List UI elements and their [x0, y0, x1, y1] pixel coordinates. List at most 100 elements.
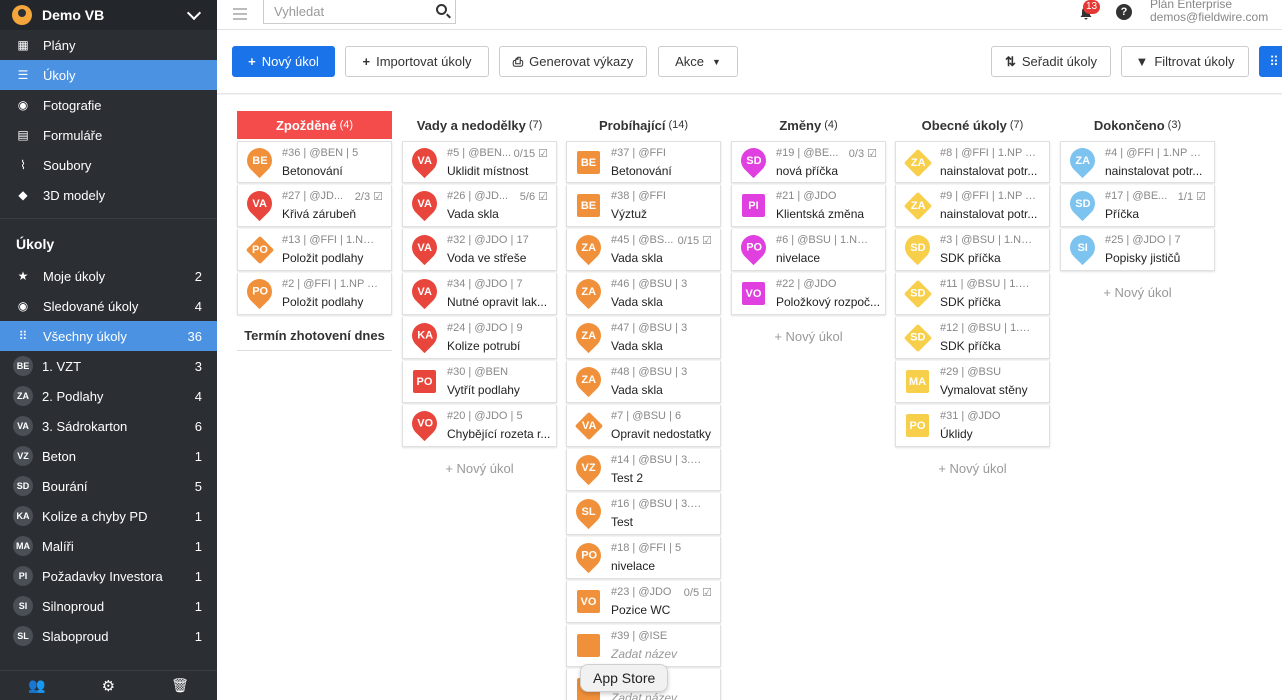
task-card[interactable]: PO #30 | @BEN Vytřít podlahy: [402, 361, 557, 403]
filter-tasks-button[interactable]: ▼ Filtrovat úkoly: [1121, 46, 1249, 77]
task-card[interactable]: MA #29 | @BSU Vymalovat stěny: [895, 361, 1050, 403]
task-card[interactable]: ZA #4 | @FFI | 1.NP TY... nainstalovat pot…: [1060, 141, 1215, 183]
task-card[interactable]: SL #16 | @BSU | 3.NP ... Test: [566, 493, 721, 535]
task-card[interactable]: ZA #48 | @BSU | 3 Vada skla: [566, 361, 721, 403]
task-card[interactable]: PO #31 | @JDO Úklidy: [895, 405, 1050, 447]
task-card[interactable]: BE #37 | @FFI Betonování: [566, 141, 721, 183]
column-header[interactable]: Vady a nedodělky (7): [402, 111, 557, 139]
task-card[interactable]: ZA #45 | @BS... Vada skla 0/15 ☑: [566, 229, 721, 271]
task-card[interactable]: KA #24 | @JDO | 9 Kolize potrubí: [402, 317, 557, 359]
task-card[interactable]: PO #18 | @FFI | 5 nivelace: [566, 537, 721, 579]
task-card[interactable]: PO #6 | @BSU | 1.NP T... nivelace: [731, 229, 886, 271]
due-today-section[interactable]: Termín zhotovení dnes: [237, 321, 392, 351]
task-card[interactable]: VA #7 | @BSU | 6 Opravit nedostatky: [566, 405, 721, 447]
task-card[interactable]: #39 | @ISE Zadat název: [566, 625, 721, 667]
search-input[interactable]: Vyhledat: [263, 0, 456, 24]
project-switcher[interactable]: Demo VB: [0, 0, 217, 30]
help-icon[interactable]: ?: [1116, 4, 1132, 20]
plus-icon: +: [362, 54, 371, 69]
task-filter-1[interactable]: ◉ Sledované úkoly 4: [0, 291, 217, 321]
task-filter-4[interactable]: ZA 2. Podlahy 4: [0, 381, 217, 411]
task-filter-10[interactable]: PI Požadavky Investora 1: [0, 561, 217, 591]
add-task-button[interactable]: + N: [1225, 141, 1282, 180]
task-filter-5[interactable]: VA 3. Sádrokarton 6: [0, 411, 217, 441]
task-meta: #36 | @BEN | 5: [282, 147, 359, 159]
actions-dropdown[interactable]: Akce ▼: [658, 46, 738, 77]
task-title: nivelace: [611, 559, 656, 573]
column-header[interactable]: Probíhající (14): [566, 111, 721, 139]
task-card[interactable]: SI #25 | @JDO | 7 Popisky jističů: [1060, 229, 1215, 271]
task-filter-count: 4: [194, 298, 202, 314]
import-tasks-button[interactable]: + Importovat úkoly: [345, 46, 489, 77]
task-filter-8[interactable]: KA Kolize a chyby PD 1: [0, 501, 217, 531]
nav-item-3[interactable]: ▤ Formuláře: [0, 120, 217, 150]
column-header[interactable]: Dokončeno (3): [1060, 111, 1215, 139]
task-card[interactable]: BE #38 | @FFI Výztuž: [566, 185, 721, 227]
task-card[interactable]: VO #22 | @JDO Položkový rozpoč...: [731, 273, 886, 315]
sort-tasks-button[interactable]: ⇅ Seřadit úkoly: [991, 46, 1111, 77]
generate-reports-button[interactable]: ⎙ Generovat výkazy: [499, 46, 647, 77]
nav-item-1[interactable]: ☰ Úkoly: [0, 60, 217, 90]
menu-icon[interactable]: [233, 8, 247, 20]
task-card[interactable]: SD #11 | @BSU | 1.NP ... SDK příčka: [895, 273, 1050, 315]
add-task-button[interactable]: + Nový úkol: [895, 449, 1050, 488]
task-meta: #11 | @BSU | 1.NP ...: [940, 278, 1036, 290]
task-card[interactable]: ZA #46 | @BSU | 3 Vada skla: [566, 273, 721, 315]
add-task-button[interactable]: + Nový úkol: [1060, 273, 1215, 312]
task-card[interactable]: SD #12 | @BSU | 1.NP ... SDK příčka: [895, 317, 1050, 359]
task-title: Opravit nedostatky: [611, 427, 712, 441]
task-card[interactable]: ZA #47 | @BSU | 3 Vada skla: [566, 317, 721, 359]
task-card[interactable]: VA #26 | @JD... Vada skla 5/6 ☑: [402, 185, 557, 227]
task-card[interactable]: PI #21 | @JDO Klientská změna: [731, 185, 886, 227]
gear-icon[interactable]: ⚙: [102, 677, 115, 695]
task-card[interactable]: BE #36 | @BEN | 5 Betonování: [237, 141, 392, 183]
chevron-down-icon[interactable]: [186, 5, 202, 20]
task-pin-icon: VA: [406, 229, 443, 266]
board-view-button[interactable]: ⠿: [1259, 46, 1282, 77]
task-card[interactable]: SD #17 | @BE... Příčka 1/1 ☑: [1060, 185, 1215, 227]
task-card[interactable]: VA #32 | @JDO | 17 Voda ve střeše: [402, 229, 557, 271]
task-card[interactable]: VO #20 | @JDO | 5 Chybějící rozeta r...: [402, 405, 557, 447]
column-header[interactable]: Změny (4): [731, 111, 886, 139]
task-card[interactable]: SD #3 | @BSU | 1.NP T... SDK příčka: [895, 229, 1050, 271]
task-filter-7[interactable]: SD Bourání 5: [0, 471, 217, 501]
nav-item-label: Plány: [43, 37, 76, 53]
task-card[interactable]: ZA #9 | @FFI | 1.NP TY... nainstalovat pot…: [895, 185, 1050, 227]
task-card[interactable]: VZ #14 | @BSU | 3.NP ... Test 2: [566, 449, 721, 491]
task-card[interactable]: VA #27 | @JD... Křivá zárubeň 2/3 ☑: [237, 185, 392, 227]
nav-item-5[interactable]: ◆ 3D modely: [0, 180, 217, 210]
task-filter-11[interactable]: SI Silnoproud 1: [0, 591, 217, 621]
account-info[interactable]: Plán Enterprise demos@fieldwire.com: [1150, 0, 1268, 24]
column-header[interactable]: Obecné úkoly (7): [895, 111, 1050, 139]
add-task-button[interactable]: + Nový úkol: [731, 317, 886, 356]
task-filter-3[interactable]: BE 1. VZT 3: [0, 351, 217, 381]
task-card[interactable]: SD #19 | @BE... nová příčka 0/3 ☑: [731, 141, 886, 183]
column-count: (7): [1009, 119, 1024, 131]
task-filter-label: Beton: [42, 448, 76, 464]
task-card[interactable]: ZA #8 | @FFI | 1.NP TY... nainstalovat pot…: [895, 141, 1050, 183]
task-filter-12[interactable]: SL Slaboproud 1: [0, 621, 217, 651]
task-filter-0[interactable]: ★ Moje úkoly 2: [0, 261, 217, 291]
task-filter-6[interactable]: VZ Beton 1: [0, 441, 217, 471]
task-meta: #13 | @FFI | 1.NP T...: [282, 234, 378, 246]
search-icon[interactable]: [436, 4, 447, 15]
task-card[interactable]: VA #34 | @JDO | 7 Nutné opravit lak...: [402, 273, 557, 315]
add-task-button[interactable]: + Nový úkol: [402, 449, 557, 488]
task-filter-9[interactable]: MA Malíři 1: [0, 531, 217, 561]
users-icon[interactable]: 👥: [28, 677, 45, 694]
task-card[interactable]: VA #5 | @BEN... Uklidit místnost 0/15 ☑: [402, 141, 557, 183]
column-header[interactable]: P: [1225, 111, 1282, 139]
new-task-button[interactable]: + Nový úkol: [232, 46, 335, 77]
nav-item-4[interactable]: ⌇ Soubory: [0, 150, 217, 180]
task-filter-2[interactable]: ⠿ Všechny úkoly 36: [0, 321, 217, 351]
task-card[interactable]: PO #13 | @FFI | 1.NP T... Položit podlahy: [237, 229, 392, 271]
divider: [0, 218, 217, 219]
task-category-badge: PO: [909, 419, 926, 432]
column-header[interactable]: Zpožděné (4): [237, 111, 392, 139]
nav-item-0[interactable]: ▦ Plány: [0, 30, 217, 60]
task-pin-icon: BE: [241, 142, 278, 179]
nav-item-2[interactable]: ◉ Fotografie: [0, 90, 217, 120]
trash-icon[interactable]: 🗑: [171, 677, 189, 694]
task-card[interactable]: PO #2 | @FFI | 1.NP TY... Položit podlahy: [237, 273, 392, 315]
task-card[interactable]: VO #23 | @JDO Pozice WC 0/5 ☑: [566, 581, 721, 623]
